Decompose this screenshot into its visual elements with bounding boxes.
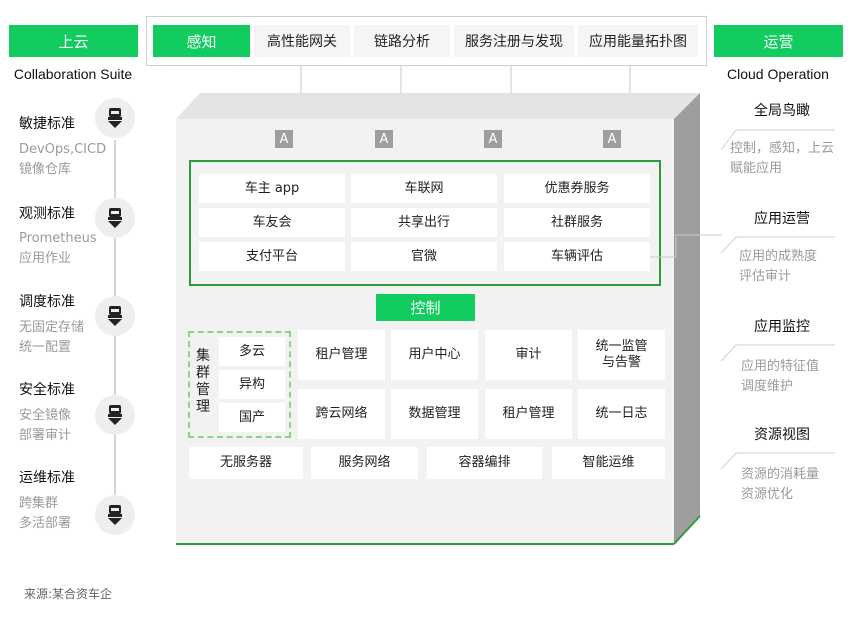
operation-desc-line: 调度维护 (741, 379, 794, 394)
right-slash-lines (720, 129, 835, 470)
operation-title: 资源视图 (754, 427, 810, 443)
operation-title: 应用运营 (754, 211, 810, 227)
operation-desc: 控制，感知，上云 赋能应用 (730, 139, 834, 179)
operation-title: 应用监控 (754, 319, 810, 335)
operation-desc: 应用的特征值 调度维护 (741, 357, 819, 397)
source-note: 来源:某合资车企 (24, 587, 113, 601)
operation-desc-line: 资源优化 (741, 487, 794, 502)
operation-desc: 应用的成熟度 评估审计 (739, 247, 817, 287)
operation-desc-line: 控制，感知，上云 (730, 141, 835, 156)
operation-desc-line: 应用的成熟度 (739, 249, 818, 264)
operation-desc-line: 应用的特征值 (741, 359, 820, 374)
operation-desc-line: 赋能应用 (730, 161, 783, 176)
operation-desc-line: 评估审计 (739, 269, 792, 284)
operation-desc-line: 资源的消耗量 (741, 467, 820, 482)
operation-title: 全局鸟瞰 (754, 103, 810, 119)
operation-desc: 资源的消耗量 资源优化 (741, 465, 819, 505)
